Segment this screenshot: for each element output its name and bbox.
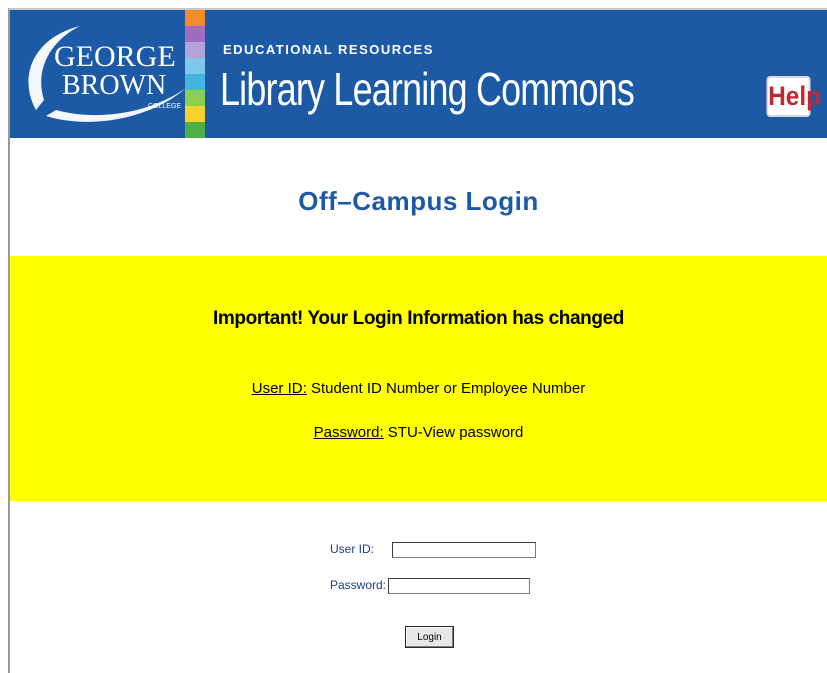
user-id-input[interactable] <box>392 542 536 558</box>
help-button[interactable]: Help <box>766 76 821 117</box>
site-title: Library Learning Commons <box>220 63 635 115</box>
logo-sub: COLLEGE <box>148 103 181 110</box>
notice-box: Important! Your Login Information has ch… <box>10 256 827 501</box>
notice-password-text: STU-View password <box>387 424 524 441</box>
page-title: Off–Campus Login <box>298 186 539 216</box>
notice-user-id-text: Student ID Number or Employee Number <box>310 380 586 397</box>
george-brown-logo: GEORGE BROWN COLLEGE <box>28 26 186 122</box>
tagline: EDUCATIONAL RESOURCES <box>223 42 434 57</box>
notice-user-id-line: User ID: Student ID Number or Employee N… <box>10 380 827 397</box>
password-label: Password: <box>329 578 386 592</box>
color-bars <box>185 10 205 138</box>
logo-line2: BROWN <box>62 70 166 101</box>
page-frame: GEORGE BROWN COLLEGE EDUCATIONAL RESOURC… <box>8 8 827 673</box>
header-banner: GEORGE BROWN COLLEGE EDUCATIONAL RESOURC… <box>10 10 827 138</box>
user-id-label: User ID: <box>329 542 374 556</box>
login-button[interactable]: Login <box>405 626 454 648</box>
notice-user-id-label: User ID: <box>251 380 307 397</box>
password-input[interactable] <box>388 578 530 594</box>
logo-line1: GEORGE <box>54 40 176 73</box>
notice-password-line: Password: STU-View password <box>10 424 827 441</box>
notice-password-label: Password: <box>313 424 384 441</box>
notice-heading: Important! Your Login Information has ch… <box>213 308 624 329</box>
